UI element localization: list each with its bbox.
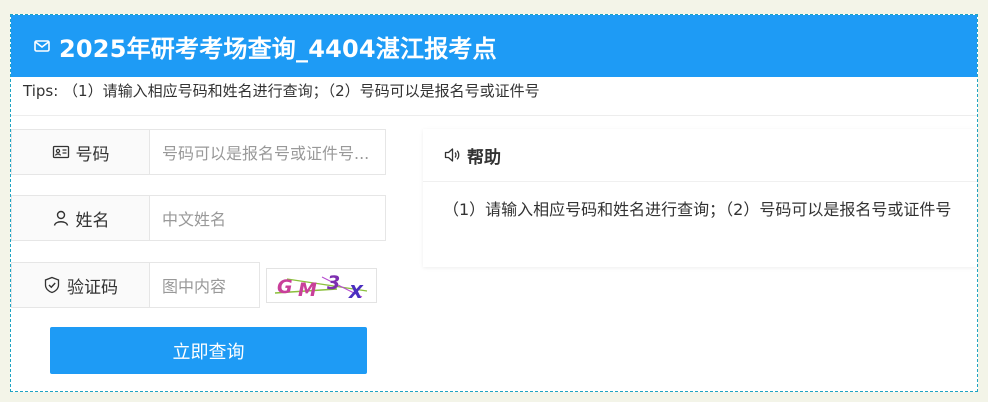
tips-text: Tips: （1）请输入相应号码和姓名进行查询；（2）号码可以是报名号或证件号 — [23, 82, 540, 100]
captcha-char: M — [298, 279, 317, 301]
id-number-label-text: 号码 — [75, 144, 110, 165]
name-input[interactable]: 中文姓名 — [149, 195, 386, 241]
captcha-input[interactable]: 图中内容 — [149, 262, 260, 308]
name-label: 姓名 — [11, 195, 149, 241]
captcha-label: 验证码 — [11, 262, 149, 308]
envelope-icon — [33, 37, 51, 55]
captcha-label-text: 验证码 — [67, 277, 118, 298]
captcha-row: 验证码 图中内容 — [11, 262, 260, 308]
id-number-label: 号码 — [11, 129, 149, 175]
captcha-char: G — [277, 276, 293, 298]
name-label-text: 姓名 — [75, 210, 110, 231]
captcha-image[interactable]: G M 3 X — [266, 268, 377, 303]
query-panel: 2025年研考考场查询_4404湛江报考点 Tips: （1）请输入相应号码和姓… — [10, 14, 978, 392]
help-title: 帮助 — [467, 147, 501, 168]
submit-button[interactable]: 立即查询 — [50, 327, 367, 374]
help-card: 帮助 （1）请输入相应号码和姓名进行查询；（2）号码可以是报名号或证件号 — [423, 129, 977, 267]
shield-check-icon — [43, 276, 61, 294]
page-title: 2025年研考考场查询_4404湛江报考点 — [59, 34, 497, 63]
help-header: 帮助 — [423, 129, 977, 182]
user-icon — [52, 209, 70, 227]
divider — [11, 115, 977, 116]
id-card-icon — [52, 143, 70, 161]
captcha-char: X — [348, 282, 364, 302]
name-row: 姓名 中文姓名 — [11, 195, 386, 241]
id-number-row: 号码 号码可以是报名号或证件号... — [11, 129, 386, 175]
panel-header: 2025年研考考场查询_4404湛江报考点 — [11, 15, 977, 77]
captcha-char: 3 — [327, 272, 340, 294]
id-number-input[interactable]: 号码可以是报名号或证件号... — [149, 129, 386, 175]
help-text: （1）请输入相应号码和姓名进行查询；（2）号码可以是报名号或证件号 — [443, 200, 952, 219]
speaker-icon — [443, 146, 461, 164]
